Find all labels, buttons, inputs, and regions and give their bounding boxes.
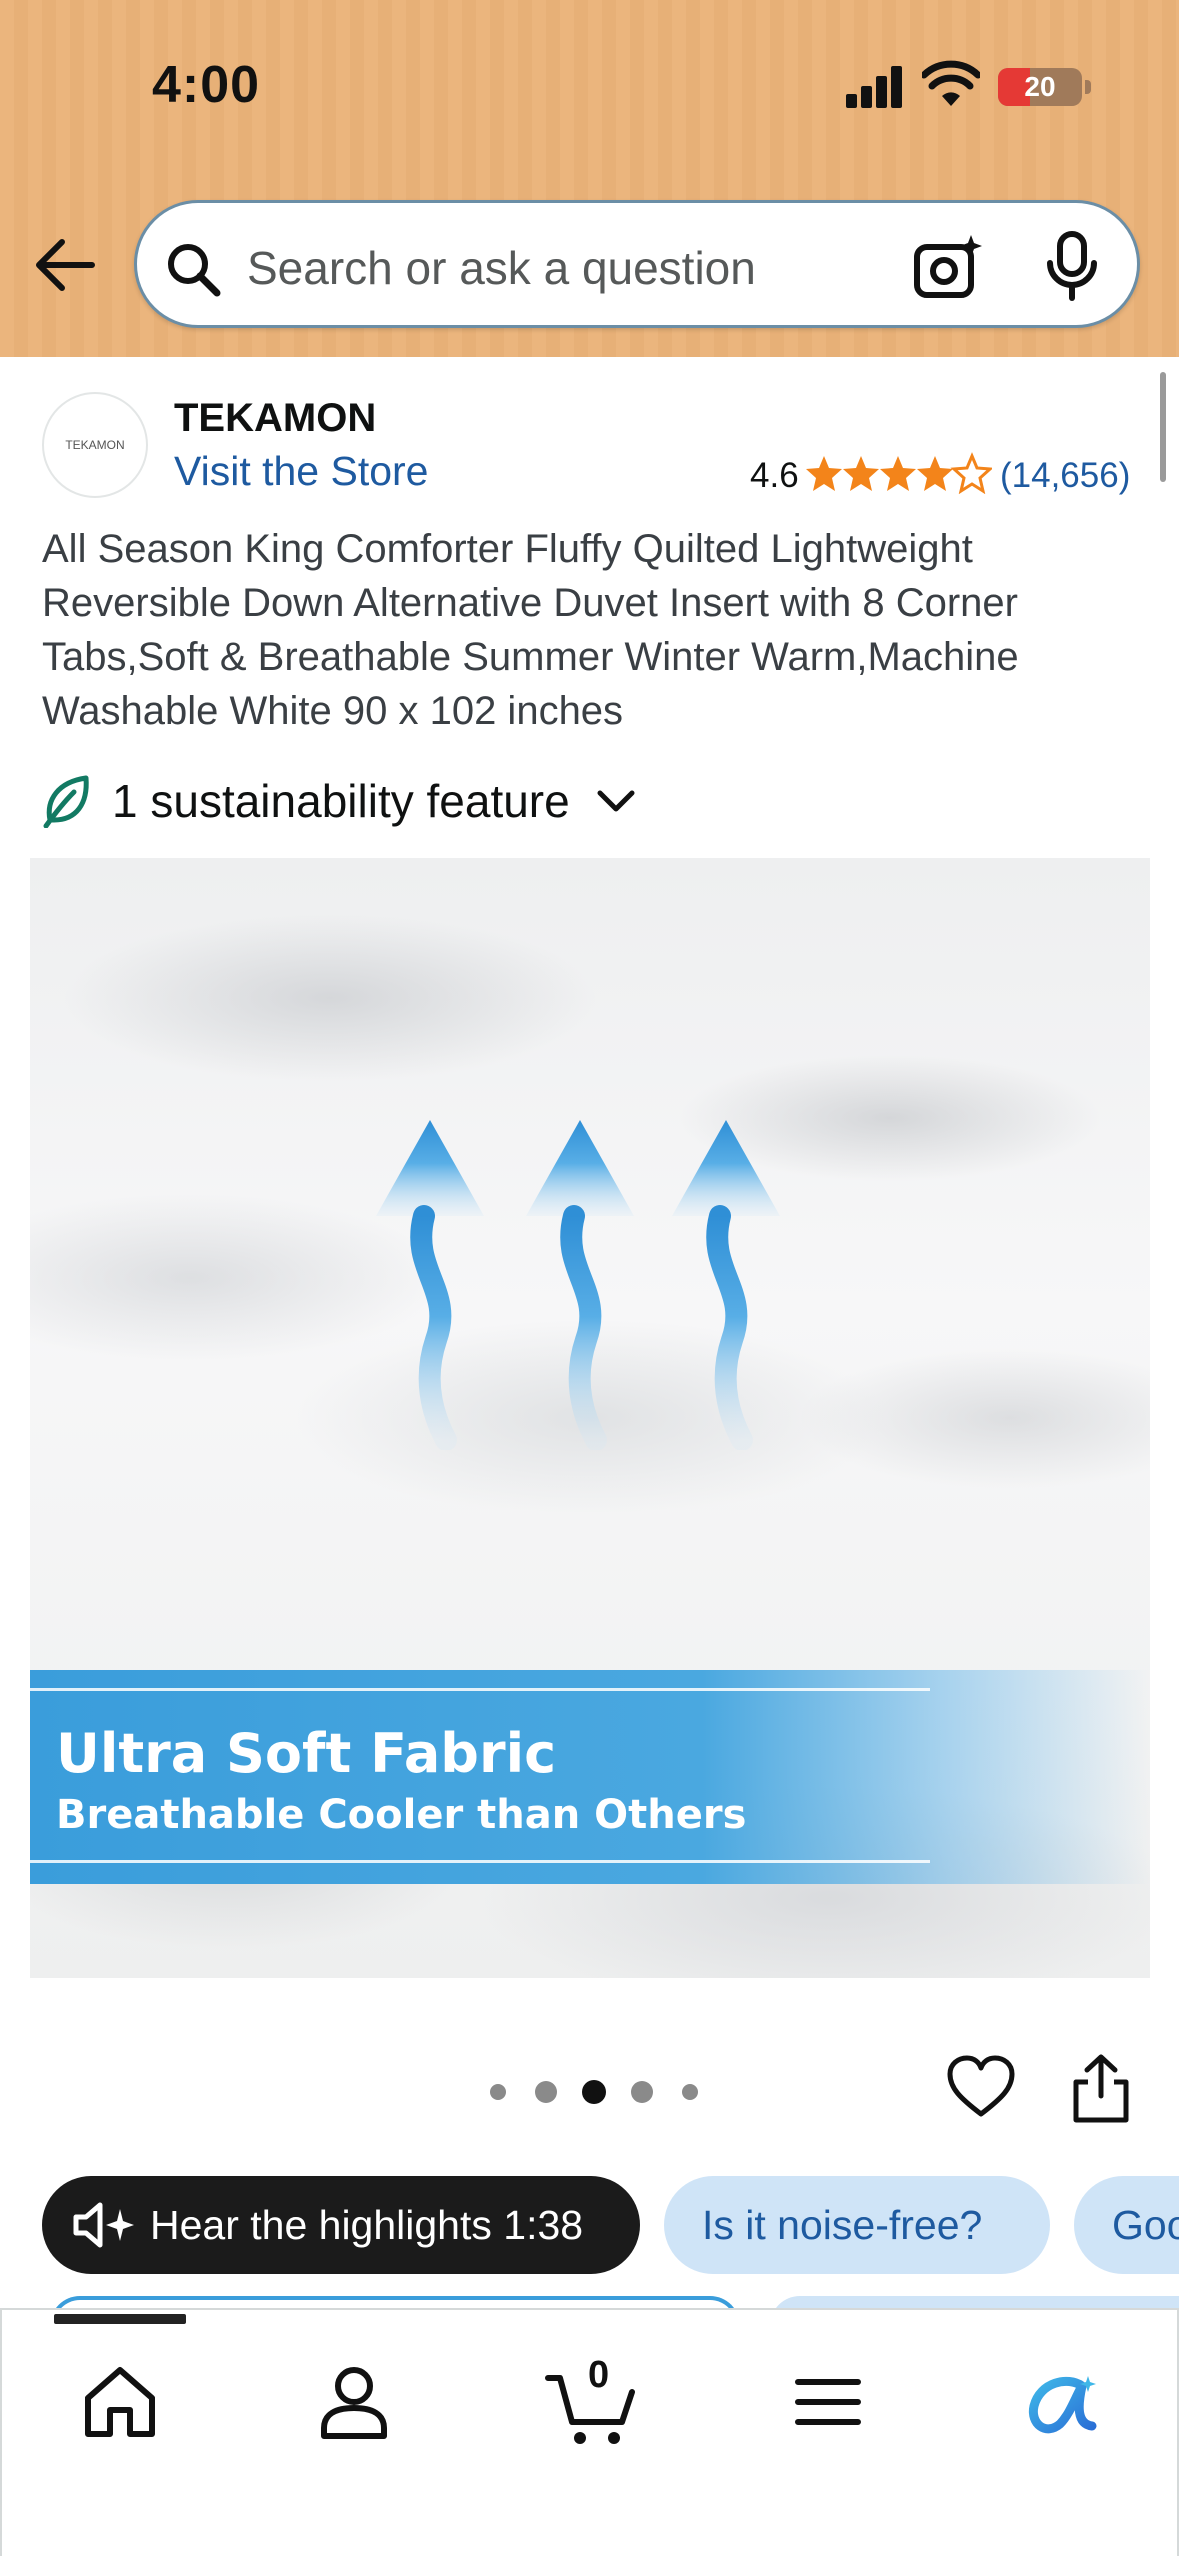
- sustainability-feature-toggle[interactable]: 1 sustainability feature: [42, 774, 636, 828]
- carousel-dot[interactable]: [631, 2081, 653, 2103]
- share-icon[interactable]: [1070, 2054, 1132, 2124]
- account-icon[interactable]: [304, 2352, 404, 2452]
- heart-icon[interactable]: [946, 2054, 1016, 2120]
- brand-name: TEKAMON: [174, 396, 377, 440]
- carousel-dot[interactable]: [490, 2084, 506, 2100]
- carousel-dot[interactable]: [682, 2084, 698, 2100]
- store-logo[interactable]: TEKAMON: [42, 392, 148, 498]
- search-icon: [168, 244, 221, 297]
- chevron-down-icon: [597, 790, 635, 812]
- review-count-link[interactable]: (14,656): [1000, 456, 1130, 496]
- microphone-icon[interactable]: [1043, 231, 1101, 301]
- banner-subtitle: Breathable Cooler than Others: [56, 1792, 747, 1838]
- status-time: 4:00: [152, 56, 261, 114]
- back-arrow-icon[interactable]: [30, 230, 100, 300]
- speaker-sparkle-icon: [73, 2202, 134, 2248]
- bottom-tab-bar: 0: [0, 2308, 1179, 2556]
- search-input[interactable]: Search or ask a question: [247, 241, 756, 295]
- question-chip-label: Goo: [1112, 2201, 1179, 2248]
- hear-highlights-label: Hear the highlights 1:38: [150, 2201, 584, 2248]
- battery-level: 20: [1024, 71, 1056, 102]
- question-chip-more[interactable]: Goo: [1074, 2176, 1179, 2274]
- product-title: All Season King Comforter Fluffy Quilted…: [42, 527, 1019, 733]
- question-chip-label: Is it noise-free?: [702, 2201, 983, 2248]
- hear-highlights-chip[interactable]: Hear the highlights 1:38: [42, 2176, 640, 2274]
- breathable-arrows-graphic: [376, 1120, 780, 1450]
- product-image[interactable]: Ultra Soft Fabric Breathable Cooler than…: [30, 858, 1150, 1978]
- battery-tip: [1085, 80, 1091, 94]
- visit-store-link[interactable]: Visit the Store: [174, 448, 429, 495]
- store-logo-text: TEKAMON: [65, 438, 125, 452]
- leaf-icon: [43, 775, 89, 828]
- carousel-dot-active[interactable]: [582, 2080, 606, 2104]
- question-chip-noise[interactable]: Is it noise-free?: [664, 2176, 1050, 2274]
- camera-search-icon[interactable]: [913, 233, 983, 299]
- banner-title: Ultra Soft Fabric: [56, 1722, 557, 1785]
- cart-count: 0: [588, 2354, 610, 2396]
- product-page: 4:00 20 Search or ask a question TEKAMON…: [0, 0, 1179, 2556]
- sustainability-label: 1 sustainability feature: [112, 775, 570, 827]
- search-bar[interactable]: Search or ask a question: [134, 200, 1140, 328]
- rufus-icon[interactable]: [1012, 2352, 1112, 2452]
- cellular-signal-icon: [846, 64, 904, 108]
- home-icon[interactable]: [70, 2352, 170, 2452]
- star-rating-icon[interactable]: [806, 452, 992, 494]
- menu-icon[interactable]: [778, 2352, 878, 2452]
- feature-banner: Ultra Soft Fabric Breathable Cooler than…: [30, 1670, 1150, 1884]
- scroll-indicator: [1160, 372, 1166, 482]
- battery-icon: 20: [998, 68, 1082, 106]
- cart-tab[interactable]: 0: [544, 2352, 644, 2452]
- wifi-icon: [922, 60, 980, 106]
- app-header: 4:00 20 Search or ask a question: [0, 0, 1179, 357]
- rating-value: 4.6: [750, 456, 799, 495]
- active-tab-indicator: [54, 2314, 186, 2324]
- image-carousel-dots[interactable]: [484, 2072, 704, 2112]
- carousel-dot[interactable]: [535, 2081, 557, 2103]
